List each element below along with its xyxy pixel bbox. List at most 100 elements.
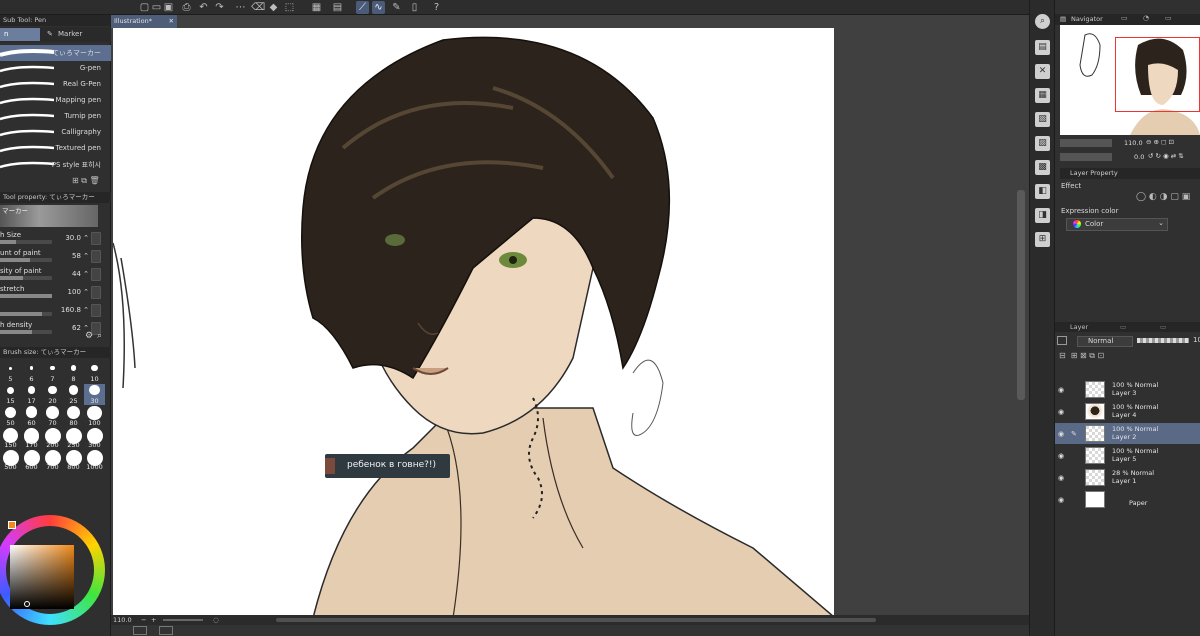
- color-set-icon[interactable]: ◧: [1035, 184, 1050, 199]
- brush-size-option[interactable]: 6: [21, 362, 42, 383]
- brush-size-option[interactable]: 5: [0, 362, 21, 383]
- property-slider[interactable]: [0, 276, 52, 280]
- vertical-scrollbar[interactable]: [1017, 190, 1025, 400]
- eye-icon[interactable]: ◉: [1058, 430, 1064, 438]
- help-icon[interactable]: ?: [430, 1, 443, 14]
- ruler-icon[interactable]: ▦: [310, 1, 323, 14]
- brush-size-option[interactable]: 700: [42, 450, 63, 471]
- document-tab[interactable]: Illustration* ✕: [111, 15, 177, 28]
- phone-icon[interactable]: ▯: [408, 1, 421, 14]
- undo-icon[interactable]: ↶: [197, 1, 210, 14]
- navigator-view-frame[interactable]: [1115, 37, 1200, 112]
- brush-size-option[interactable]: 8: [63, 362, 84, 383]
- horizontal-scrollbar[interactable]: [276, 618, 876, 622]
- print-icon[interactable]: ⎙: [180, 1, 193, 14]
- layer-panel-icon[interactable]: ▤: [1035, 40, 1050, 55]
- color-wheel-tab-icon[interactable]: ◔: [1143, 14, 1149, 22]
- brush-size-option[interactable]: 17: [21, 384, 42, 405]
- brush-size-option[interactable]: 150: [0, 428, 21, 449]
- brush-size-option[interactable]: 30: [84, 384, 105, 405]
- sub-view-tab-icon[interactable]: ▭: [1121, 14, 1128, 22]
- add-subtool-icon[interactable]: ⊞: [72, 176, 79, 185]
- saturation-value-square[interactable]: [10, 545, 74, 609]
- layer-row[interactable]: ◉ 28 % Normal Layer 1: [1055, 467, 1200, 488]
- save-icon[interactable]: ▣: [162, 1, 175, 14]
- property-pressure-button[interactable]: [91, 250, 101, 263]
- property-row[interactable]: h density 62 ⌃: [0, 321, 111, 339]
- layer-clip-icon[interactable]: [1057, 336, 1067, 345]
- brush-size-option[interactable]: 15: [0, 384, 21, 405]
- tab-pen[interactable]: n: [0, 28, 40, 41]
- color-picker-handle[interactable]: [24, 601, 30, 607]
- eye-icon[interactable]: ◉: [1058, 496, 1064, 504]
- canvas-zoom-value[interactable]: 110.0: [113, 615, 132, 625]
- transform-icon[interactable]: ⬚: [283, 1, 296, 14]
- effect-icons[interactable]: ◯ ◐ ◑ ▢ ▣: [1136, 192, 1190, 202]
- layer-row[interactable]: ◉ 100 % Normal Layer 5: [1055, 445, 1200, 466]
- sub-view-icon[interactable]: ⊞: [1035, 232, 1050, 247]
- fill-icon[interactable]: ◆: [267, 1, 280, 14]
- close-tab-icon[interactable]: ✕: [169, 15, 174, 28]
- eye-icon[interactable]: ◉: [1058, 386, 1064, 394]
- property-pressure-button[interactable]: [91, 268, 101, 281]
- brush-size-option[interactable]: 500: [0, 450, 21, 471]
- property-slider[interactable]: [0, 312, 52, 316]
- property-value[interactable]: 58 ⌃: [72, 252, 89, 260]
- property-value[interactable]: 44 ⌃: [72, 270, 89, 278]
- layer-row[interactable]: ◉ ✎ 100 % Normal Layer 2: [1055, 423, 1200, 444]
- property-row[interactable]: sity of paint 44 ⌃: [0, 267, 111, 285]
- brush-size-option[interactable]: 50: [0, 406, 21, 427]
- brush-item[interactable]: Turnip pen: [0, 109, 111, 125]
- history-tab-icon[interactable]: ▭: [1120, 322, 1126, 332]
- close-panel-icon[interactable]: ✕: [1035, 64, 1050, 79]
- brush-item[interactable]: PS style 표히시: [0, 157, 111, 173]
- brush-size-option[interactable]: 70: [42, 406, 63, 427]
- auto-action-tab-icon[interactable]: ▭: [1160, 322, 1166, 332]
- brush-size-option[interactable]: 600: [21, 450, 42, 471]
- property-row[interactable]: 160.8 ⌃: [0, 303, 111, 321]
- timeline-toggle-icon[interactable]: [159, 626, 173, 635]
- eye-icon[interactable]: ◉: [1058, 474, 1064, 482]
- brush-item[interactable]: Mapping pen: [0, 93, 111, 109]
- property-row[interactable]: stretch 100 ⌃: [0, 285, 111, 303]
- opacity-slider[interactable]: [1137, 338, 1189, 343]
- property-slider[interactable]: [0, 294, 52, 298]
- property-pressure-button[interactable]: [91, 232, 101, 245]
- property-search-icon[interactable]: ⌕: [97, 331, 102, 341]
- property-pressure-button[interactable]: [91, 304, 101, 317]
- navigator-title[interactable]: Navigator: [1071, 15, 1103, 23]
- grid-icon[interactable]: ▤: [331, 1, 344, 14]
- color-slider-tab-icon[interactable]: ▭: [1165, 14, 1172, 22]
- brush-size-option[interactable]: 1000: [84, 450, 105, 471]
- brush-size-option[interactable]: 20: [42, 384, 63, 405]
- brush-item[interactable]: てぃろマーカー: [0, 45, 111, 61]
- brush-size-option[interactable]: 200: [42, 428, 63, 449]
- zoom-in-icon[interactable]: +: [151, 615, 156, 625]
- layer-row[interactable]: ◉ Paper: [1055, 489, 1200, 510]
- brush-size-option[interactable]: 10: [84, 362, 105, 383]
- brush-size-option[interactable]: 60: [21, 406, 42, 427]
- color-history-icon[interactable]: ◨: [1035, 208, 1050, 223]
- zoom-out-icon[interactable]: −: [141, 615, 146, 625]
- brush-item[interactable]: Real G-Pen: [0, 77, 111, 93]
- brush-item[interactable]: Textured pen: [0, 141, 111, 157]
- rotation-slider-nav[interactable]: [1060, 153, 1112, 161]
- search-icon[interactable]: ⌕: [1035, 14, 1050, 29]
- material-icon[interactable]: ▦: [1035, 88, 1050, 103]
- zoom-slider[interactable]: [163, 619, 203, 621]
- property-row[interactable]: unt of paint 58 ⌃: [0, 249, 111, 267]
- zoom-slider-nav[interactable]: [1060, 139, 1112, 147]
- property-value[interactable]: 160.8 ⌃: [61, 306, 89, 314]
- snap-ruler-icon[interactable]: ⟋: [356, 1, 369, 14]
- property-slider[interactable]: [0, 258, 52, 262]
- property-settings-icon[interactable]: ⚙: [85, 331, 93, 341]
- brush-item[interactable]: Calligraphy: [0, 125, 111, 141]
- layer-search-icon[interactable]: ▩: [1035, 160, 1050, 175]
- eye-icon[interactable]: ◉: [1058, 408, 1064, 416]
- property-slider[interactable]: [0, 240, 52, 244]
- history-icon[interactable]: ▧: [1035, 112, 1050, 127]
- hue-handle[interactable]: [8, 521, 16, 529]
- layer-tab-label[interactable]: Layer: [1070, 322, 1088, 332]
- brush-size-option[interactable]: 250: [63, 428, 84, 449]
- snap-special-icon[interactable]: ∿: [372, 1, 385, 14]
